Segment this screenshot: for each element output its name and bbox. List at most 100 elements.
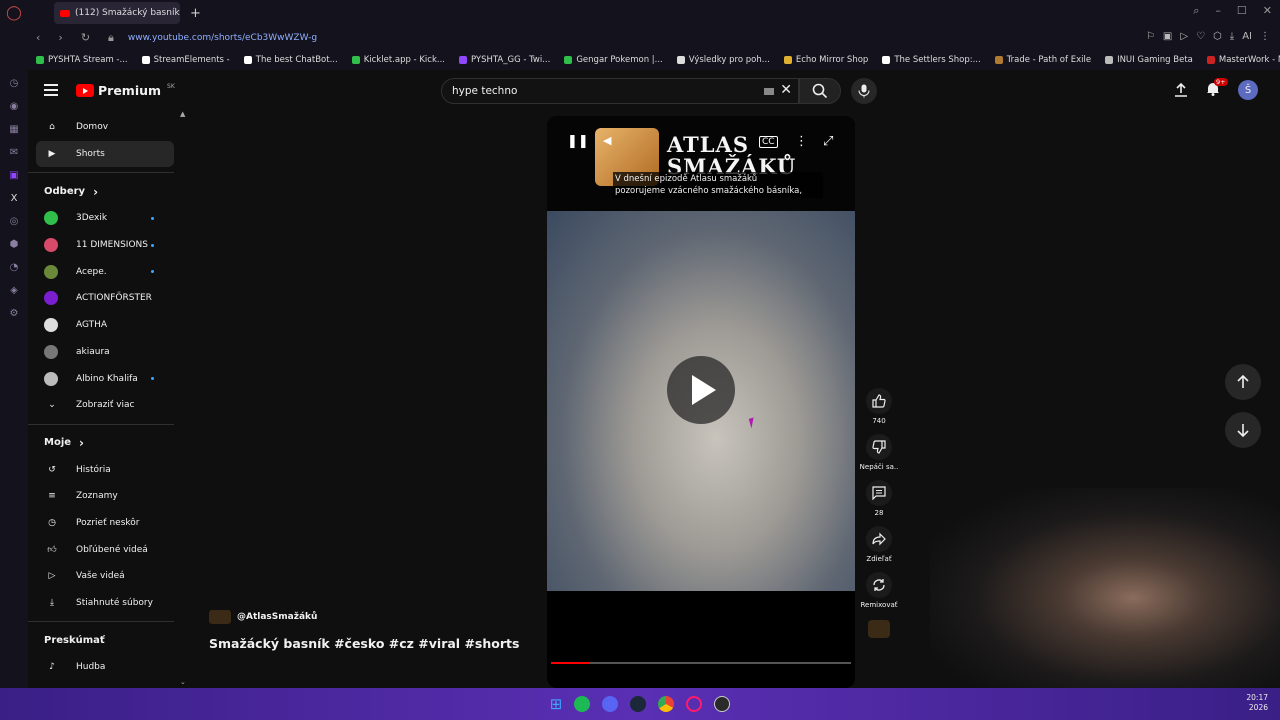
sidebar-item[interactable]: ⌂ Domov [28, 114, 174, 141]
browser-tab-active[interactable]: (112) Smažácký basník [54, 2, 180, 24]
sidebar-settings-icon[interactable]: ⚙ [10, 308, 19, 319]
url-field[interactable]: www.youtube.com/shorts/eCb3WwWZW-g [128, 33, 317, 43]
sidebar-item[interactable]: ◷ Pozrieť neskôr [28, 510, 174, 537]
sound-avatar[interactable] [868, 620, 890, 638]
bookmark-item[interactable]: INUI Gaming Beta [1105, 55, 1193, 65]
chrome-icon[interactable] [658, 696, 675, 712]
discord-icon[interactable] [602, 696, 619, 712]
sidebar-item[interactable]: akiaura [28, 339, 174, 366]
new-tab-button[interactable]: + [190, 6, 201, 21]
previous-short-button[interactable] [1225, 364, 1261, 400]
channel-line[interactable]: @AtlasSmažáků [209, 610, 317, 624]
sidebar-twitch-icon[interactable]: ▣ [9, 170, 18, 181]
bookmark-item[interactable]: Výsledky pro poh... [676, 55, 770, 65]
sidebar-item[interactable]: ⌄ Zobraziť viac [28, 392, 174, 419]
fullscreen-icon[interactable]: ⤢ [823, 134, 833, 149]
sidebar-box-icon[interactable]: ◈ [10, 285, 18, 296]
sidebar-item[interactable]: 11 DIMENSIONS [28, 232, 174, 259]
download-icon[interactable]: ⤓ [1230, 31, 1234, 42]
bookmark-item[interactable]: PYSHTA Stream -... [36, 55, 128, 65]
bookmark-icon[interactable]: ⚐ [1146, 31, 1155, 42]
forward-icon[interactable]: › [58, 31, 62, 45]
sidebar-x-icon[interactable]: X [11, 193, 18, 204]
more-options-icon[interactable]: ⋮ [795, 134, 808, 149]
maximize-button[interactable]: ☐ [1237, 4, 1247, 18]
sidebar-history-icon[interactable]: ◔ [10, 262, 19, 273]
you-header[interactable]: Moje [28, 430, 182, 457]
notifications-button[interactable]: 9+ [1206, 77, 1228, 100]
sidebar-item[interactable]: 👍︎ Obľúbené videá [28, 536, 174, 563]
sidebar-item[interactable]: ≡ Zoznamy [28, 483, 174, 510]
shorts-player[interactable]: ATLAS SMAŽÁKŮ V dnešní epizodě Atlasu sm… [547, 116, 855, 688]
clear-search-icon[interactable]: ✕ [780, 82, 792, 98]
pause-icon[interactable]: ❚❚ [567, 134, 589, 149]
guide-scroll-up-icon[interactable]: ▲ [180, 110, 185, 118]
player-icon[interactable]: ▷ [1180, 31, 1188, 42]
big-play-icon[interactable] [667, 356, 735, 424]
guide-menu-icon[interactable] [44, 84, 58, 96]
sidebar-mail-icon[interactable]: ✉ [10, 147, 18, 158]
search-input[interactable]: hype techno [452, 85, 517, 97]
reload-icon[interactable]: ↻ [81, 31, 90, 45]
back-icon[interactable]: ‹ [36, 31, 40, 45]
account-avatar[interactable]: Š [1238, 80, 1258, 100]
menu-icon[interactable]: ⋮ [1260, 31, 1270, 42]
volume-icon[interactable]: ◀︎ [603, 134, 611, 147]
bookmark-item[interactable]: Echo Mirror Shop [783, 55, 868, 65]
windows-start-icon[interactable]: ⊞ [550, 695, 563, 713]
bookmark-item[interactable]: PYSHTA_GG - Twi... [458, 55, 550, 65]
next-short-button[interactable] [1225, 412, 1261, 448]
steam-icon[interactable] [630, 696, 647, 712]
sidebar-item[interactable]: Acepe. [28, 258, 174, 285]
guide-scroll-down-icon[interactable]: ⌄ [180, 678, 186, 686]
search-button[interactable] [799, 78, 841, 104]
upload-icon[interactable] [1174, 83, 1188, 97]
snapshot-icon[interactable]: ▣ [1163, 31, 1172, 42]
ai-button[interactable]: AI [1242, 31, 1252, 42]
opera-gx-logo-icon[interactable]: ◯ [0, 0, 28, 26]
bookmark-item[interactable]: Gengar Pokemon |... [564, 55, 663, 65]
bookmark-item[interactable]: MasterWork - MW... [1206, 55, 1280, 65]
obs-icon[interactable] [714, 696, 731, 712]
spotify-icon[interactable] [574, 696, 591, 712]
sidebar-cube-icon[interactable]: ⬢ [10, 239, 19, 250]
sidebar-item[interactable]: ▶ Shorts [36, 140, 174, 168]
sidebar-item[interactable]: AGTHA [28, 312, 174, 339]
subscriptions-header[interactable]: Odbery [28, 178, 182, 205]
bookmark-item[interactable]: Trade - Path of Exile [994, 55, 1091, 65]
bookmark-item[interactable]: The Settlers Shop:... [882, 55, 981, 65]
heart-icon[interactable]: ♡ [1196, 31, 1205, 42]
share-action[interactable]: Zdieľať [866, 526, 892, 563]
sidebar-controller-icon[interactable]: ▦ [9, 124, 18, 135]
bookmark-item[interactable]: Kicklet.app - Kick... [351, 55, 445, 65]
voice-search-button[interactable] [851, 78, 877, 104]
captions-icon[interactable]: CC [759, 136, 778, 148]
video-frame[interactable] [547, 211, 855, 591]
search-tabs-icon[interactable]: ⌕ [1193, 4, 1199, 18]
bookmark-item[interactable]: The best ChatBot... [243, 55, 338, 65]
dislike-action[interactable]: Nepáči sa.. [860, 434, 898, 471]
keyboard-icon[interactable] [764, 88, 774, 95]
remix-action[interactable]: Remixovať [860, 572, 898, 609]
sidebar-item[interactable]: Albino Khalifa [28, 365, 174, 392]
sidebar-item[interactable]: 3Dexik [28, 205, 174, 232]
sidebar-item[interactable]: ▷ Vaše videá [28, 563, 174, 590]
sidebar-item[interactable]: ACTIONFÖRSTER [28, 285, 174, 312]
sidebar-bag-icon[interactable]: ◉ [10, 101, 19, 112]
channel-handle[interactable]: @AtlasSmažáků [237, 612, 317, 622]
sidebar-item[interactable]: ↺ História [28, 456, 174, 483]
extensions-icon[interactable]: ⬡ [1213, 31, 1222, 42]
sidebar-player-icon[interactable]: ◎ [10, 216, 19, 227]
youtube-premium-logo[interactable]: Premium SK [76, 83, 175, 98]
close-window-button[interactable]: ✕ [1263, 4, 1272, 18]
search-box[interactable]: hype techno ✕ [441, 78, 799, 104]
sidebar-item[interactable]: ♪ Hudba [28, 654, 174, 681]
channel-avatar[interactable] [209, 610, 231, 624]
bookmark-item[interactable]: StreamElements - [141, 55, 230, 65]
opera-gx-taskbar-icon[interactable] [686, 696, 703, 712]
comments-action[interactable]: 28 [866, 480, 892, 517]
like-action[interactable]: 740 [866, 388, 892, 425]
minimize-button[interactable]: – [1215, 4, 1221, 18]
sidebar-item[interactable]: ⤓ Stiahnuté súbory [28, 590, 174, 617]
progress-bar[interactable] [551, 662, 851, 664]
